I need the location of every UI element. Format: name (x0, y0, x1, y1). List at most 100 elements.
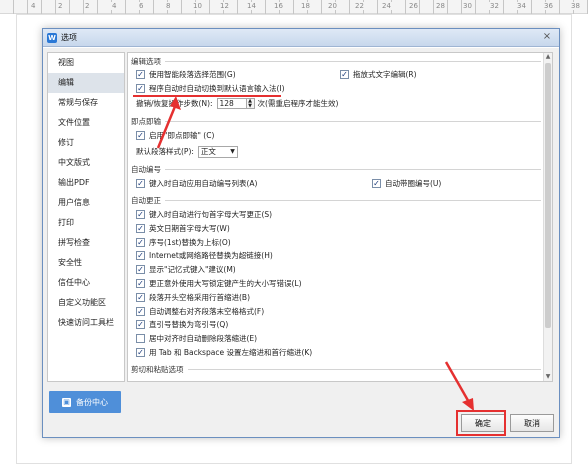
option-label: 显示"记忆式键入"建议(M) (149, 265, 236, 275)
scroll-down-icon[interactable]: ▼ (544, 373, 552, 381)
section-numbering: 自动编号 (131, 163, 541, 175)
ruler-label: 2 (84, 2, 91, 10)
undo-steps-input[interactable]: 128 (216, 98, 247, 109)
checkbox[interactable]: ✓ (136, 265, 145, 275)
cancel-button[interactable]: 取消 (510, 414, 554, 432)
autocorrect-option[interactable]: ✓ Internet或网络路径替换为超链接(H) (136, 249, 273, 262)
ruler-label: 2 (57, 2, 64, 10)
auto-circle-option[interactable]: ✓ 自动带圈编号(U) (372, 177, 441, 190)
autocorrect-option[interactable]: ✓ 键入时自动进行句首字母大写更正(S) (136, 208, 272, 221)
ruler-label: 30 (462, 2, 473, 10)
section-cut-paste: 剪切和粘贴选项 (131, 363, 541, 375)
ruler-label: 10 (192, 2, 203, 10)
option-label: 键入时自动进行句首字母大写更正(S) (149, 210, 273, 219)
close-icon[interactable]: × (541, 32, 553, 43)
ruler-label: 22 (354, 2, 365, 10)
autocorrect-option[interactable]: ✓ 直引号替换为弯引号(Q) (136, 318, 228, 331)
nav-item[interactable]: 文件位置 (48, 113, 124, 133)
options-panel: 编辑选项 ✓ 使用智能段落选择范围(G) ✓ 拖放式文字编辑(R) ✓ 程序自动时自动… (127, 52, 553, 382)
nav-item[interactable]: 信任中心 (48, 273, 124, 293)
ruler-label: 32 (489, 2, 500, 10)
checkbox[interactable]: ✓ (136, 251, 145, 261)
smart-select-option[interactable]: ✓ 使用智能段落选择范围(G) (136, 68, 236, 81)
autocorrect-option[interactable]: ✓ 序号(1st)替换为上标(O) (136, 236, 231, 249)
annotation-underline (133, 95, 281, 97)
scroll-thumb[interactable] (545, 63, 551, 328)
ime-auto-option[interactable]: ✓ 程序自动时自动切换到默认语言输入法(I) (136, 82, 285, 95)
checkbox[interactable]: ✓ (372, 179, 381, 188)
autocorrect-option[interactable]: 居中对齐时自动删除段落缩进(E) (136, 332, 257, 345)
checkbox[interactable] (136, 334, 145, 344)
section-title: 自动更正 (131, 195, 161, 205)
nav-item[interactable]: 安全性 (48, 253, 124, 273)
checkbox[interactable]: ✓ (136, 131, 145, 140)
checkbox[interactable]: ✓ (136, 223, 145, 233)
checkbox[interactable]: ✓ (136, 292, 145, 302)
checkbox[interactable]: ✓ (340, 70, 349, 79)
options-scrollbar[interactable]: ▲ ▼ (543, 53, 552, 381)
checkbox[interactable]: ✓ (136, 320, 145, 330)
undo-steps-stepper[interactable]: 128 ▲ ▼ (216, 98, 255, 109)
para-style-row: 默认段落样式(P): 正文 ▼ (136, 145, 238, 158)
option-label: 自动调整右对齐段落末空格格式(F) (149, 306, 265, 316)
option-label: 英文日期首字母大写(W) (149, 223, 230, 233)
nav-item[interactable]: 常规与保存 (48, 93, 124, 113)
checkbox[interactable]: ✓ (136, 179, 145, 188)
para-style-select[interactable]: 正文 ▼ (197, 145, 238, 158)
ruler-label: 36 (543, 2, 554, 10)
option-label: 启用"即点即输" (C) (149, 131, 215, 140)
dialog-titlebar[interactable]: W 选项 × (43, 29, 559, 47)
checkbox[interactable]: ✓ (136, 237, 145, 247)
scroll-up-icon[interactable]: ▲ (544, 53, 552, 61)
nav-item[interactable]: 视图 (48, 53, 124, 73)
wps-writer-icon: W (47, 32, 57, 43)
autocorrect-option[interactable]: ✓ 用 Tab 和 Backspace 设置左缩进和首行缩进(K) (136, 346, 312, 359)
option-label: 序号(1st)替换为上标(O) (149, 237, 231, 247)
checkbox[interactable]: ✓ (136, 279, 145, 288)
section-title: 编辑选项 (131, 56, 161, 66)
undo-steps-row: 撤销/恢复操作步数(N): 128 ▲ ▼ 次(需重启程序才能生效) (136, 97, 338, 110)
dialog-title: 选项 (61, 33, 77, 42)
backup-center-button[interactable]: ▣ 备份中心 (49, 391, 121, 413)
option-label: 程序自动时自动切换到默认语言输入法(I) (149, 84, 285, 93)
click-type-option[interactable]: ✓ 启用"即点即输" (C) (136, 129, 214, 142)
section-title: 剪切和粘贴选项 (131, 364, 184, 374)
nav-item[interactable]: 自定义功能区 (48, 293, 124, 313)
ruler-label: 24 (381, 2, 392, 10)
ruler-label: 18 (300, 2, 311, 10)
autocorrect-option[interactable]: ✓ 段落开头空格采用行首缩进(B) (136, 291, 250, 304)
nav-item[interactable]: 拼写检查 (48, 233, 124, 253)
chevron-down-icon: ▼ (230, 148, 235, 155)
drag-drop-option[interactable]: ✓ 拖放式文字编辑(R) (340, 68, 417, 81)
autocorrect-option[interactable]: ✓ 自动调整右对齐段落末空格格式(F) (136, 305, 264, 318)
autocorrect-option[interactable]: ✓ 更正意外使用大写锁定键产生的大小写错误(L) (136, 277, 302, 290)
undo-label: 撤销/恢复操作步数(N): (136, 99, 213, 108)
autocorrect-option[interactable]: ✓ 英文日期首字母大写(W) (136, 222, 230, 235)
checkbox[interactable]: ✓ (136, 348, 145, 357)
ruler-label: 34 (516, 2, 527, 10)
section-title: 自动编号 (131, 164, 161, 174)
nav-item[interactable]: 输出PDF (48, 173, 124, 193)
option-label: Internet或网络路径替换为超链接(H) (149, 251, 273, 261)
checkbox[interactable]: ✓ (136, 210, 145, 219)
checkbox[interactable]: ✓ (136, 84, 145, 93)
nav-item[interactable]: 用户信息 (48, 193, 124, 213)
ruler: 4 2 2 4 6 8 10 12 14 16 18 20 22 24 26 28 30 32 34 36 38 (0, 0, 588, 14)
dialog-body: 视图 编辑 常规与保存 文件位置 修订 中文版式 输出PDF 用户信息 打印 拼… (43, 48, 559, 437)
option-label: 居中对齐时自动删除段落缩进(E) (149, 334, 258, 344)
nav-item[interactable]: 快速访问工具栏 (48, 313, 124, 333)
checkbox[interactable]: ✓ (136, 306, 145, 316)
autocorrect-option[interactable]: ✓ 显示"记忆式键入"建议(M) (136, 263, 236, 276)
nav-item[interactable]: 中文版式 (48, 153, 124, 173)
option-label: 键入时自动应用自动编号列表(A) (149, 179, 258, 188)
section-click-type: 即点即输 (131, 115, 541, 127)
spin-arrows-icon[interactable]: ▲ ▼ (246, 98, 255, 109)
ruler-label: 20 (327, 2, 338, 10)
auto-list-option[interactable]: ✓ 键入时自动应用自动编号列表(A) (136, 177, 257, 190)
nav-item[interactable]: 打印 (48, 213, 124, 233)
option-label: 自动带圈编号(U) (385, 179, 442, 188)
nav-item[interactable]: 修订 (48, 133, 124, 153)
nav-item[interactable]: 编辑 (48, 73, 124, 93)
checkbox[interactable]: ✓ (136, 70, 145, 79)
options-nav: 视图 编辑 常规与保存 文件位置 修订 中文版式 输出PDF 用户信息 打印 拼… (47, 52, 125, 382)
